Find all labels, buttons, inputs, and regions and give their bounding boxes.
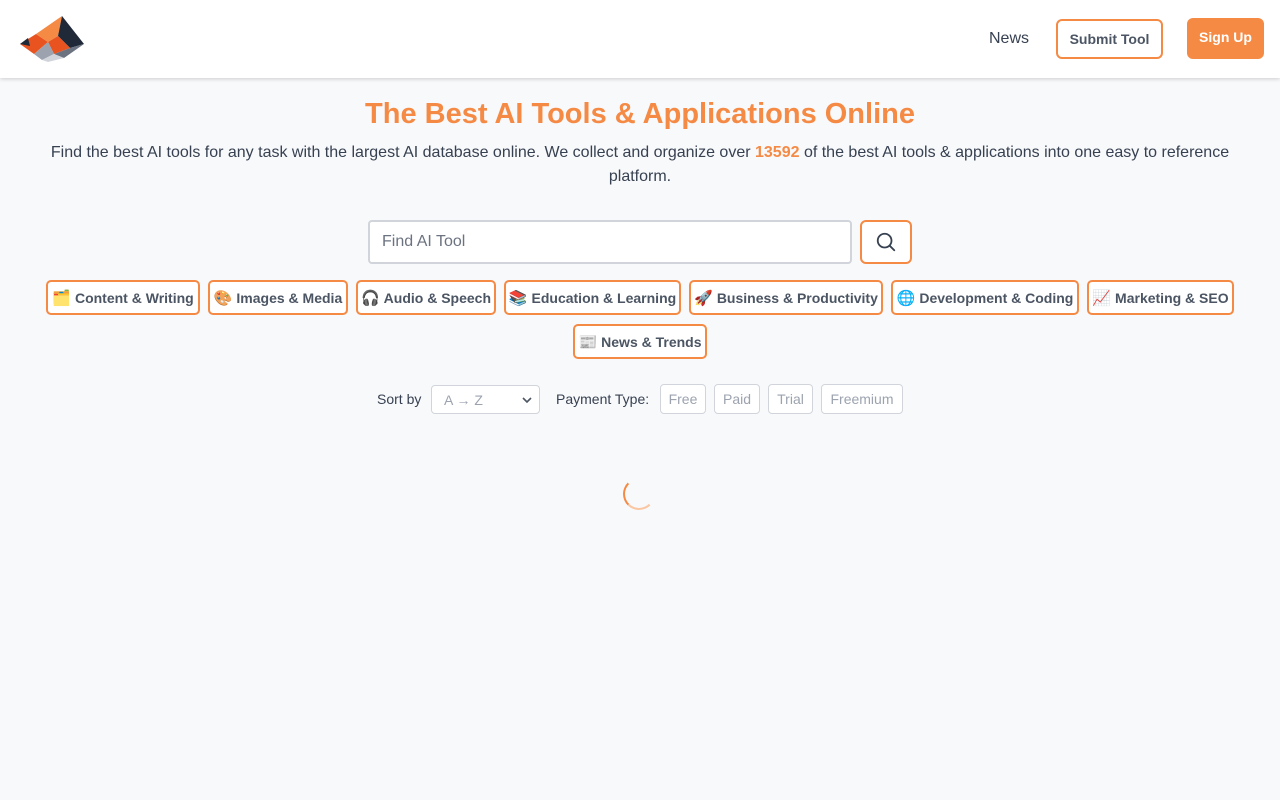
site-header: News Submit Tool Sign Up: [0, 0, 1280, 78]
page-title: The Best AI Tools & Applications Online: [365, 98, 915, 130]
category-label: Images & Media: [236, 289, 343, 306]
headphones-icon: 🎧: [360, 288, 380, 307]
fox-logo-icon[interactable]: [18, 14, 86, 62]
newspaper-icon: 📰: [578, 332, 598, 351]
category-audio-speech[interactable]: 🎧 Audio & Speech: [356, 280, 496, 315]
sort-select[interactable]: A → Z: [431, 385, 540, 414]
category-label: News & Trends: [601, 333, 702, 350]
category-business-productivity[interactable]: 🚀 Business & Productivity: [689, 280, 883, 315]
payment-filter-paid[interactable]: Paid: [714, 384, 760, 414]
chevron-down-icon: [522, 397, 532, 404]
globe-icon: 🌐: [896, 288, 916, 307]
payment-filter-free[interactable]: Free: [660, 384, 706, 414]
category-development-coding[interactable]: 🌐 Development & Coding: [891, 280, 1079, 315]
sign-up-button[interactable]: Sign Up: [1187, 18, 1264, 59]
tool-count: 13592: [755, 144, 800, 161]
chart-icon: 📈: [1092, 288, 1112, 307]
category-label: Business & Productivity: [716, 289, 878, 306]
category-label: Audio & Speech: [383, 289, 492, 306]
page-subtitle: Find the best AI tools for any task with…: [30, 141, 1250, 189]
folder-icon: 🗂️: [52, 288, 71, 307]
loading-spinner-icon: [623, 478, 655, 510]
category-label: Education & Learning: [531, 289, 677, 306]
category-label: Development & Coding: [919, 289, 1074, 306]
nav-link-news[interactable]: News: [989, 28, 1029, 50]
search-icon: [876, 232, 896, 252]
category-content-writing[interactable]: 🗂️ Content & Writing: [46, 280, 200, 315]
submit-tool-button[interactable]: Submit Tool: [1056, 19, 1163, 59]
subtitle-text-before: Find the best AI tools for any task with…: [50, 144, 755, 161]
category-marketing-seo[interactable]: 📈 Marketing & SEO: [1087, 280, 1234, 315]
search-button[interactable]: [860, 220, 912, 264]
books-icon: 📚: [508, 288, 528, 307]
sort-selected-value: A → Z: [444, 391, 483, 408]
category-label: Content & Writing: [74, 289, 194, 306]
category-news-trends[interactable]: 📰 News & Trends: [573, 324, 707, 359]
search-input[interactable]: [368, 220, 852, 264]
payment-filter-freemium[interactable]: Freemium: [821, 384, 903, 414]
sort-label: Sort by: [377, 391, 422, 407]
palette-icon: 🎨: [213, 288, 233, 307]
category-images-media[interactable]: 🎨 Images & Media: [208, 280, 348, 315]
category-label: Marketing & SEO: [1115, 289, 1229, 306]
payment-filter-trial[interactable]: Trial: [768, 384, 813, 414]
payment-type-label: Payment Type:: [556, 391, 650, 407]
rocket-icon: 🚀: [694, 288, 713, 307]
category-education-learning[interactable]: 📚 Education & Learning: [504, 280, 681, 315]
